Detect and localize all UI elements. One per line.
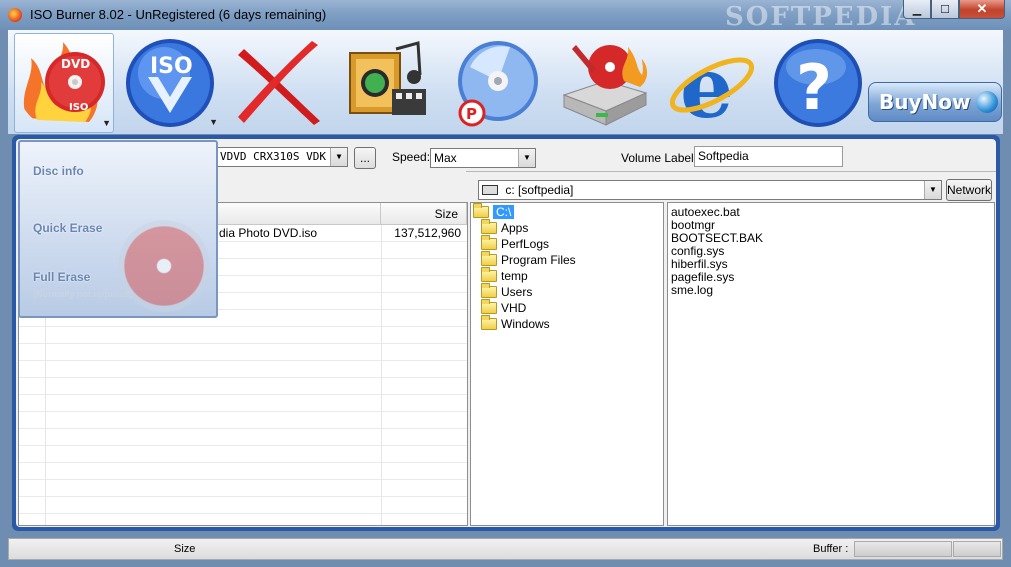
explorer-drive-value: c: [softpedia] [505,183,574,197]
speed-label: Speed: [392,150,431,164]
app-icon [8,8,22,22]
globe-icon [976,91,999,113]
tree-item-label: PerfLogs [501,237,550,251]
folder-icon [481,283,497,298]
volume-label-input[interactable]: Softpedia [694,146,843,167]
tree-item-label: Windows [501,317,550,331]
status-size-label: Size [174,543,196,555]
folder-icon [481,219,497,234]
chevron-down-icon[interactable]: ▼ [102,118,111,128]
disc-properties-button[interactable]: P [446,33,544,131]
open-folder-icon [473,203,489,218]
tree-item[interactable]: Program Files [481,251,576,268]
burn-drive-icon [562,45,648,126]
chevron-down-icon[interactable]: ▼ [330,148,347,166]
folder-icon [481,251,497,266]
list-item[interactable]: pagefile.sys [671,270,734,284]
media-player-icon [349,41,426,115]
full-erase-note: (Normally not required) [33,289,133,299]
list-item[interactable]: sme.log [671,283,713,297]
watermark: SOFTPEDIA [725,2,917,32]
internet-explorer-button[interactable]: e [662,33,760,131]
tree-item[interactable]: Windows [481,315,550,332]
separator [466,171,996,172]
file-size: 137,512,960 [394,226,461,240]
svg-text:P: P [466,105,477,123]
svg-text:?: ? [796,51,832,124]
title-bar: ISO Burner 8.02 - UnRegistered (6 days r… [0,0,1011,32]
help-icon: ? [774,39,862,127]
window-title: ISO Burner 8.02 - UnRegistered (6 days r… [30,7,327,22]
column-header-size[interactable]: Size [381,203,467,225]
list-item[interactable]: BOOTSECT.BAK [671,231,763,245]
list-item[interactable]: hiberfil.sys [671,257,728,271]
tree-item[interactable]: Apps [481,219,529,236]
buffer-progress-bar [854,541,952,557]
folder-icon [481,267,497,282]
iso-button[interactable]: ISO ▼ [122,33,220,131]
menu-item-full-erase[interactable]: Full Erase [33,270,90,284]
burn-dvd-button[interactable]: DVD ISO ▼ [14,33,114,133]
folder-tree[interactable]: C:\ Apps PerfLogs Program Files temp Use… [470,202,664,526]
file-list[interactable]: autoexec.bat bootmgr BOOTSECT.BAK config… [667,202,995,526]
tree-item-label: C:\ [493,205,515,219]
tree-item-label: temp [501,269,528,283]
toolbar: DVD ISO ▼ ISO ▼ P e ? BuyNow [8,30,1003,134]
help-button[interactable]: ? [770,33,868,131]
list-item[interactable]: config.sys [671,244,724,258]
cancel-button[interactable] [230,33,328,131]
tree-item[interactable]: VHD [481,299,527,316]
burn-dvd-icon: DVD ISO [23,42,105,122]
burn-dropdown-menu: Disc info Quick Erase Full Erase (Normal… [18,140,218,318]
status-bar: Size Buffer : [8,538,1003,560]
speed-select[interactable]: Max ▼ [430,148,536,168]
speed-select-value: Max [434,151,457,165]
list-item[interactable]: bootmgr [671,218,715,232]
svg-text:ISO: ISO [69,102,88,113]
internet-explorer-icon: e [669,38,755,129]
minimize-button[interactable]: ▁ [903,0,931,19]
folder-icon [481,235,497,250]
buy-now-button[interactable]: BuyNow [868,82,1002,122]
drive-icon [482,185,498,195]
close-button[interactable]: ✕ [959,0,1005,19]
folder-icon [481,299,497,314]
explorer-drive-select[interactable]: c: [softpedia] ▼ [478,180,942,200]
tree-item-label: Program Files [501,253,576,267]
tree-item[interactable]: Users [481,283,533,300]
tree-item-label: Users [501,285,533,299]
volume-label: Volume Label : [621,151,701,165]
buffer-label: Buffer : [813,543,849,555]
tree-item-label: VHD [501,301,527,315]
tree-item-c-drive[interactable]: C:\ [473,203,515,220]
tree-item[interactable]: PerfLogs [481,235,550,252]
svg-text:ISO: ISO [150,54,193,79]
list-item[interactable]: autoexec.bat [671,205,740,219]
network-button[interactable]: Network [946,179,992,201]
tree-item[interactable]: temp [481,267,528,284]
drive-browse-button[interactable]: ... [354,147,376,169]
media-button[interactable] [338,33,436,131]
drive-select-value: VDVD CRX310S VDK [220,150,326,163]
maximize-button[interactable]: ☐ [931,0,959,19]
menu-item-disc-info[interactable]: Disc info [33,164,84,178]
buy-now-label: BuyNow [879,90,971,114]
cancel-x-icon [238,41,320,125]
file-name: dia Photo DVD.iso [219,226,318,240]
chevron-down-icon[interactable]: ▼ [209,117,218,127]
folder-icon [481,315,497,330]
iso-disc-icon: ISO [126,39,214,127]
drive-select[interactable]: VDVD CRX310S VDK ▼ [216,147,348,167]
menu-item-quick-erase[interactable]: Quick Erase [33,221,102,235]
burn-drive-button[interactable] [554,33,652,131]
svg-text:DVD: DVD [61,57,90,71]
chevron-down-icon[interactable]: ▼ [924,181,941,199]
tree-item-label: Apps [501,221,529,235]
chevron-down-icon[interactable]: ▼ [518,149,535,167]
buffer-progress-extra [953,541,1001,557]
disc-properties-icon: P [458,41,538,127]
